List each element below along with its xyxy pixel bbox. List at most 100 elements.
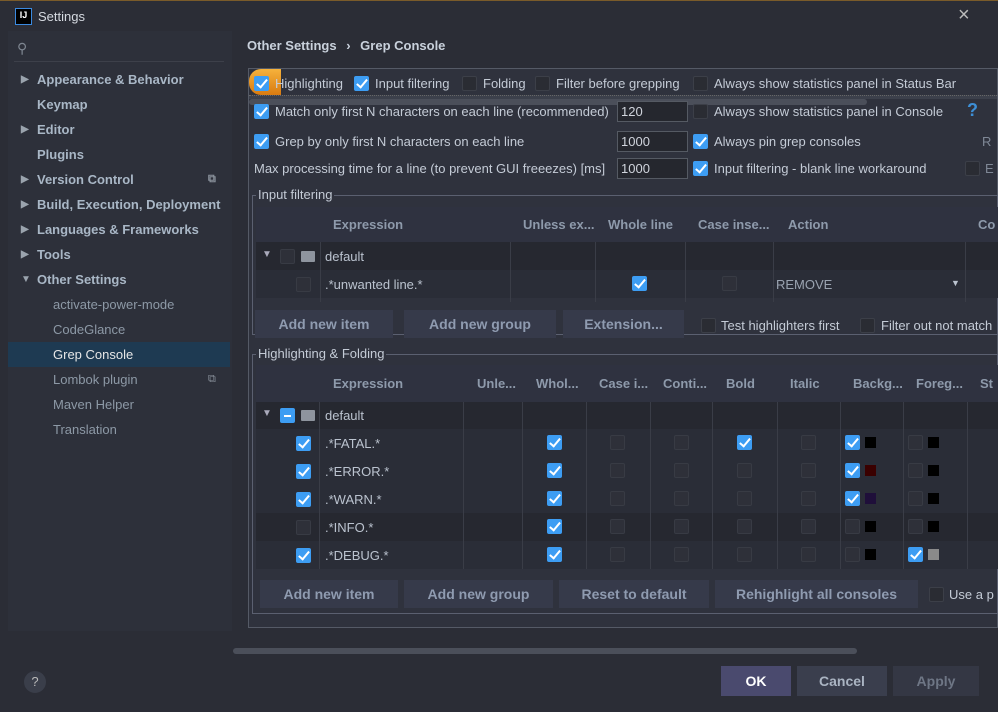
max-time-input[interactable]: 1000 [617, 158, 688, 179]
expression-cell[interactable]: .*ERROR.* [325, 464, 389, 479]
sidebar-item[interactable]: ▶ Build, Execution, Deployment [8, 192, 230, 217]
close-icon[interactable]: × [958, 4, 970, 27]
sidebar-item[interactable]: Maven Helper [8, 392, 230, 417]
table-row[interactable]: .*DEBUG.* [256, 541, 998, 569]
sidebar-item[interactable]: Plugins [8, 142, 230, 167]
chevron-right-icon[interactable]: ▶ [21, 242, 29, 267]
enabled-checkbox[interactable] [296, 520, 311, 535]
expression-cell[interactable]: .*FATAL.* [325, 436, 380, 451]
help-button[interactable]: ? [24, 671, 46, 693]
background-checkbox[interactable] [845, 519, 860, 534]
chevron-right-icon[interactable]: ▶ [21, 167, 29, 192]
sidebar-item[interactable]: ▶ Languages & Frameworks [8, 217, 230, 242]
cancel-button[interactable]: Cancel [797, 666, 887, 696]
pin-checkbox[interactable] [693, 134, 708, 149]
bold-checkbox[interactable] [737, 519, 752, 534]
column-header[interactable]: Case i... [599, 365, 648, 402]
background-color-swatch[interactable] [865, 549, 876, 560]
filter-before-checkbox[interactable] [535, 76, 550, 91]
bold-checkbox[interactable] [737, 547, 752, 562]
continue-matching-checkbox[interactable] [674, 547, 689, 562]
column-header[interactable]: Expression [333, 207, 403, 242]
foreground-checkbox[interactable] [908, 463, 923, 478]
background-checkbox[interactable] [845, 463, 860, 478]
foreground-color-swatch[interactable] [928, 493, 939, 504]
italic-checkbox[interactable] [801, 463, 816, 478]
column-header[interactable]: Action [788, 207, 828, 242]
grep-first-input[interactable]: 1000 [617, 131, 688, 152]
background-color-swatch[interactable] [865, 521, 876, 532]
column-header[interactable]: Unless ex... [523, 207, 595, 242]
help-icon[interactable]: ? [967, 100, 978, 121]
chevron-right-icon[interactable]: ▶ [21, 67, 29, 92]
whole-line-checkbox[interactable] [547, 519, 562, 534]
sidebar-item[interactable]: ▶ Appearance & Behavior [8, 67, 230, 92]
add-new-group-button[interactable]: Add new group [404, 310, 556, 338]
enabled-checkbox[interactable] [296, 548, 311, 563]
sidebar-item[interactable]: Lombok plugin ⧉ [8, 367, 230, 392]
expand-arrow-icon[interactable]: ▼ [262, 408, 272, 419]
continue-matching-checkbox[interactable] [674, 435, 689, 450]
action-select[interactable]: REMOVE [776, 277, 832, 292]
reset-to-default-button[interactable]: Reset to default [559, 580, 709, 608]
expression-cell[interactable]: .*DEBUG.* [325, 548, 389, 563]
foreground-checkbox[interactable] [908, 435, 923, 450]
column-header[interactable]: Whole line [608, 207, 673, 242]
column-header[interactable]: St [980, 365, 993, 402]
add-new-item-button[interactable]: Add new item [255, 310, 393, 338]
case-insensitive-checkbox[interactable] [610, 547, 625, 562]
chevron-down-icon[interactable]: ▼ [951, 278, 960, 288]
blank-line-checkbox[interactable] [693, 161, 708, 176]
continue-matching-checkbox[interactable] [674, 491, 689, 506]
table-row[interactable]: .*INFO.* [256, 513, 998, 541]
add-new-group-button[interactable]: Add new group [404, 580, 553, 608]
group-checkbox[interactable] [280, 408, 295, 423]
bold-checkbox[interactable] [737, 435, 752, 450]
add-new-item-button[interactable]: Add new item [260, 580, 398, 608]
case-insensitive-checkbox[interactable] [610, 491, 625, 506]
expression-cell[interactable]: .*unwanted line.* [325, 277, 423, 292]
horizontal-scrollbar[interactable] [233, 648, 857, 654]
input-filtering-checkbox[interactable] [354, 76, 369, 91]
background-checkbox[interactable] [845, 491, 860, 506]
expression-cell[interactable]: .*INFO.* [325, 520, 373, 535]
sidebar-item[interactable]: Keymap [8, 92, 230, 117]
chevron-right-icon[interactable]: ▶ [21, 217, 29, 242]
case-insensitive-checkbox[interactable] [610, 519, 625, 534]
foreground-color-swatch[interactable] [928, 437, 939, 448]
column-header[interactable]: Italic [790, 365, 820, 402]
sidebar-item[interactable]: activate-power-mode [8, 292, 230, 317]
italic-checkbox[interactable] [801, 491, 816, 506]
case-insensitive-checkbox[interactable] [722, 276, 737, 291]
ok-button[interactable]: OK [721, 666, 791, 696]
column-header[interactable]: Backg... [853, 365, 903, 402]
background-color-swatch[interactable] [865, 465, 876, 476]
search-icon[interactable]: ⚲ [17, 40, 27, 57]
background-color-swatch[interactable] [865, 493, 876, 504]
column-header[interactable]: Foreg... [916, 365, 963, 402]
chevron-right-icon[interactable]: ▶ [21, 117, 29, 142]
extension-button[interactable]: Extension... [563, 310, 684, 338]
background-checkbox[interactable] [845, 435, 860, 450]
sidebar-item[interactable]: ▶ Tools [8, 242, 230, 267]
column-header[interactable]: Unle... [477, 365, 516, 402]
bold-checkbox[interactable] [737, 491, 752, 506]
column-header[interactable]: Whol... [536, 365, 579, 402]
group-row[interactable]: ▼ default [256, 242, 998, 270]
cut-off-checkbox[interactable] [965, 161, 980, 176]
foreground-checkbox[interactable] [908, 547, 923, 562]
whole-line-checkbox[interactable] [547, 435, 562, 450]
sidebar-item[interactable]: Grep Console [8, 342, 230, 367]
enabled-checkbox[interactable] [296, 464, 311, 479]
whole-line-checkbox[interactable] [632, 276, 647, 291]
case-insensitive-checkbox[interactable] [610, 463, 625, 478]
case-insensitive-checkbox[interactable] [610, 435, 625, 450]
foreground-checkbox[interactable] [908, 519, 923, 534]
match-first-input[interactable]: 120 [617, 101, 688, 122]
foreground-color-swatch[interactable] [928, 465, 939, 476]
folding-checkbox[interactable] [462, 76, 477, 91]
sidebar-item[interactable]: ▶ Editor [8, 117, 230, 142]
stats-console-checkbox[interactable] [693, 104, 708, 119]
highlighting-checkbox[interactable] [254, 76, 269, 91]
column-header[interactable]: Conti... [663, 365, 707, 402]
